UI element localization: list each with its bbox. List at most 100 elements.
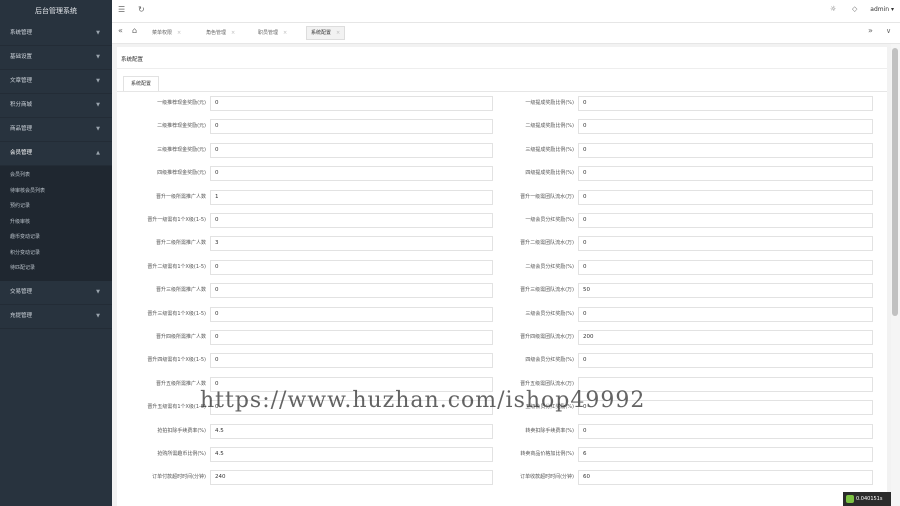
menu-toggle-icon[interactable]: ☰ [118, 5, 125, 14]
config-input[interactable]: 0 [210, 96, 493, 111]
form-label-text: 三级会员分红奖励(%) [525, 310, 574, 317]
form-label-text: 晋升四级所需推广人数 [155, 334, 206, 340]
form-label: 晋升三级需团队流水(万) [474, 283, 574, 298]
sidebar-item-basic[interactable]: 基础设置 ▼ [0, 46, 112, 70]
sidebar-item-trade[interactable]: 交易管理 ▼ [0, 281, 112, 305]
config-input[interactable]: 0 [210, 213, 493, 228]
sidebar-item-deposit-withdraw[interactable]: 充提管理 ▼ [0, 305, 112, 329]
config-input[interactable]: 240 [210, 470, 493, 486]
config-input[interactable]: 0 [578, 423, 873, 439]
config-input[interactable]: 0 [210, 119, 493, 135]
config-input[interactable]: 0 [578, 189, 873, 205]
config-input[interactable]: 0 [578, 353, 873, 369]
sidebar-subitem-reservations[interactable]: 预约记录 [0, 199, 112, 215]
tab-label: 职员管理 [258, 30, 279, 36]
user-menu[interactable]: admin ▾ [870, 6, 894, 13]
sidebar-subitem-pending-match[interactable]: 待匹配记录 [0, 261, 112, 277]
form-label: 四级会员分红奖励(%) [474, 353, 574, 368]
form-label: 晋升三级所需推广人数 [116, 283, 206, 298]
form-label: 晋升二级需有1个X级(1-5) [116, 260, 206, 275]
form-label: 抢购所需趣币比例(%) [116, 447, 206, 462]
config-input[interactable]: 4.5 [210, 447, 493, 462]
tabs-prev-icon[interactable]: « [114, 25, 127, 37]
form-label: 晋升四级需团队流水(万) [474, 330, 574, 345]
form-label-text: 晋升一级需有1个X级(1-5) [147, 217, 206, 223]
tab-menu-permission[interactable]: 菜单权限 × [148, 27, 185, 39]
config-input[interactable]: 0 [210, 330, 493, 345]
config-input[interactable]: 0 [578, 166, 873, 182]
form-label: 一级提成奖励比例(%) [474, 96, 574, 111]
watermark: https://www.huzhan.com/ishop49992 [200, 388, 646, 413]
form-label-text: 晋升二级需团队流水(万) [520, 240, 574, 247]
close-icon[interactable]: × [177, 30, 181, 36]
config-input[interactable]: 0 [210, 259, 493, 275]
config-input[interactable]: 0 [210, 166, 493, 182]
config-input[interactable]: 0 [210, 142, 493, 158]
config-input[interactable]: 0 [578, 259, 873, 275]
config-input[interactable]: 0 [210, 353, 493, 369]
form-label-text: 转卖商品价格加比例(%) [520, 451, 574, 457]
tag-icon[interactable]: ◇ [852, 5, 857, 13]
tabs-more-icon[interactable]: ∨ [882, 25, 895, 37]
divider [117, 91, 887, 92]
tab-label: 菜单权限 [152, 30, 173, 36]
scrollbar[interactable] [891, 44, 900, 506]
sidebar-item-system[interactable]: 系统管理 ▼ [0, 22, 112, 46]
sidebar-item-label: 交易管理 [10, 288, 33, 295]
config-input[interactable]: 50 [578, 283, 873, 299]
close-icon[interactable]: × [231, 30, 235, 36]
sidebar-subitem-pending-members[interactable]: 待审核会员列表 [0, 184, 112, 200]
config-input[interactable]: 3 [210, 236, 493, 252]
config-input[interactable]: 0 [578, 306, 873, 322]
sidebar-item-points-mall[interactable]: 积分商城 ▼ [0, 94, 112, 118]
sidebar-submenu-members: 会员列表 待审核会员列表 预约记录 升级审核 趣币变动记录 积分变动记录 待匹配… [0, 166, 112, 281]
sidebar-subitem-coin-log[interactable]: 趣币变动记录 [0, 230, 112, 246]
form-label: 订单付款超时时间(分钟) [116, 470, 206, 485]
form-label-text: 订单收款超时时间(分钟) [520, 474, 574, 481]
form-label-text: 一级推荐现金奖励(元) [157, 100, 206, 106]
tabs-next-icon[interactable]: » [864, 25, 877, 37]
sidebar-item-members[interactable]: 会员管理 ▲ [0, 142, 112, 166]
sidebar-subitem-points-log[interactable]: 积分变动记录 [0, 246, 112, 262]
close-icon[interactable]: × [283, 30, 287, 36]
form-label-text: 晋升三级需有1个X级(1-5) [147, 310, 206, 317]
sidebar-item-article[interactable]: 文章管理 ▼ [0, 70, 112, 94]
config-input[interactable]: 1 [210, 189, 493, 205]
theme-icon[interactable]: ☼ [830, 5, 836, 13]
config-input[interactable]: 0 [578, 213, 873, 228]
form-label: 晋升四级需有1个X级(1-5) [116, 353, 206, 368]
form-label: 一级会员分红奖励(%) [474, 213, 574, 228]
close-icon[interactable]: × [336, 30, 340, 36]
form-label: 抢拍扣除手续费率(%) [116, 424, 206, 439]
tab-system-config[interactable]: 系统配置 × [306, 26, 346, 40]
brand-title: 后台管理系统 [35, 7, 77, 15]
sidebar-item-goods[interactable]: 商品管理 ▼ [0, 118, 112, 142]
tab-role-management[interactable]: 角色管理 × [202, 27, 239, 39]
config-input[interactable]: 200 [578, 330, 873, 345]
config-input[interactable]: 6 [578, 447, 873, 462]
leaf-icon [846, 495, 854, 503]
tab-staff-management[interactable]: 职员管理 × [254, 27, 291, 39]
config-input[interactable]: 60 [578, 470, 873, 486]
form-label: 三级推荐现金奖励(元) [116, 143, 206, 158]
config-input[interactable]: 0 [578, 236, 873, 252]
config-input[interactable]: 0 [578, 119, 873, 135]
config-input[interactable]: 0 [578, 96, 873, 111]
sidebar-subitem-upgrade-review[interactable]: 升级审核 [0, 215, 112, 231]
config-input[interactable]: 0 [578, 142, 873, 158]
config-input[interactable]: 4.5 [210, 423, 493, 439]
form-label-text: 晋升四级需有1个X级(1-5) [147, 357, 206, 364]
form-label: 订单收款超时时间(分钟) [474, 470, 574, 485]
home-icon[interactable]: ⌂ [128, 25, 141, 37]
config-input[interactable]: 0 [210, 306, 493, 322]
scrollbar-thumb[interactable] [892, 48, 898, 316]
form-label: 三级会员分红奖励(%) [474, 307, 574, 322]
refresh-icon[interactable]: ↻ [138, 5, 145, 14]
page-title: 系统配置 [121, 57, 144, 63]
sidebar-subitem-member-list[interactable]: 会员列表 [0, 168, 112, 184]
form-label-text: 晋升五级所需推广人数 [155, 380, 206, 387]
config-input[interactable]: 0 [210, 283, 493, 299]
debug-timer-badge[interactable]: 0.040151s [843, 492, 891, 506]
chevron-down-icon: ▼ [96, 288, 100, 295]
tab-config-form[interactable]: 系统配置 [123, 76, 160, 92]
